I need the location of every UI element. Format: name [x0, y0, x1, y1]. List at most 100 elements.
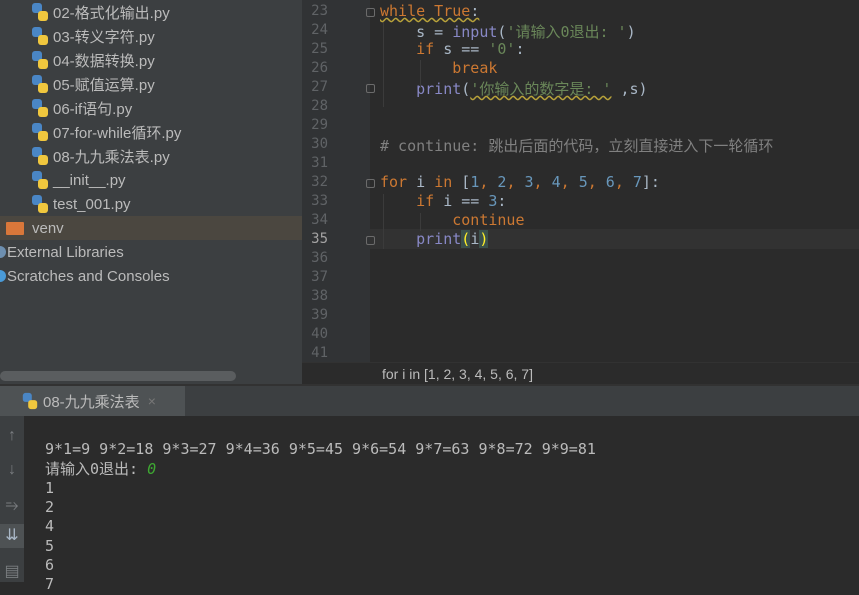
python-file-icon [32, 99, 48, 117]
code-line: while True: [380, 2, 479, 20]
code-token: print [416, 230, 462, 248]
code-token: [ [452, 173, 471, 191]
code-line: if i == 3: [380, 192, 506, 210]
fold-marker-icon[interactable] [366, 179, 375, 188]
console-line: 9*1=9 9*2=18 9*3=27 9*4=36 9*5=45 9*6=54… [45, 440, 596, 459]
code-token: input [452, 23, 498, 41]
code-token: s = [380, 23, 453, 41]
python-file-icon [32, 171, 48, 189]
indent-guide [383, 22, 384, 107]
tree-label: 03-转义字符.py [53, 28, 155, 46]
close-icon[interactable]: × [148, 393, 156, 409]
code-token: print [416, 80, 462, 98]
code-line: # continue: 跳出后面的代码，立刻直接进入下一轮循环 [380, 135, 773, 156]
tree-label: 07-for-while循环.py [53, 124, 182, 142]
soft-wrap-icon[interactable]: ⥱ [0, 494, 24, 518]
code-token: 4 [551, 173, 561, 191]
horizontal-scrollbar[interactable] [0, 371, 236, 381]
code-token: 7 [632, 173, 642, 191]
code-token: if [416, 40, 435, 58]
scratches-icon [0, 270, 6, 282]
run-tool-tabbar: 08-九九乘法表 × [0, 384, 859, 416]
code-token: , [533, 173, 552, 191]
arrow-down-icon[interactable]: ↓ [0, 458, 24, 482]
tree-file[interactable]: 05-赋值运算.py [0, 72, 302, 96]
console-output[interactable]: 9*1=9 9*2=18 9*3=27 9*4=36 9*5=45 9*6=54… [45, 421, 596, 595]
console-line: 2 [45, 498, 55, 517]
console-line: 4 [45, 517, 55, 536]
code-line: for i in [1, 2, 3, 4, 5, 6, 7]: [380, 173, 660, 191]
python-file-icon [32, 147, 48, 165]
line-number: 30 [311, 136, 328, 152]
fold-marker-icon[interactable] [366, 84, 375, 93]
python-file-icon [32, 123, 48, 141]
tree-folder-venv[interactable]: venv [0, 216, 302, 240]
library-icon [0, 246, 6, 258]
code-line: print(i) [380, 230, 489, 248]
folder-icon [6, 221, 24, 235]
tree-file[interactable]: 07-for-while循环.py [0, 120, 302, 144]
code-token: while True [380, 2, 471, 20]
tree-file[interactable]: 06-if语句.py [0, 96, 302, 120]
line-number: 36 [311, 250, 328, 266]
code-token: , [614, 173, 633, 191]
line-number: 26 [311, 60, 328, 76]
code-token: '你输入的数字是: ' [470, 80, 612, 98]
arrow-up-icon[interactable]: ↑ [0, 424, 24, 448]
code-token: i [407, 173, 435, 191]
line-number: 34 [311, 212, 328, 228]
code-token: , [587, 173, 606, 191]
breadcrumb[interactable]: for i in [1, 2, 3, 4, 5, 6, 7] [302, 362, 859, 384]
code-token: 3 [524, 173, 534, 191]
code-token: ]: [641, 173, 660, 191]
line-number: 23 [311, 3, 328, 19]
run-tab-label: 08-九九乘法表 [43, 393, 140, 411]
tree-file[interactable]: 03-转义字符.py [0, 24, 302, 48]
fold-marker-icon[interactable] [366, 8, 375, 17]
code-token: 5 [578, 173, 588, 191]
console-line: 5 [45, 536, 55, 555]
line-number: 27 [311, 79, 328, 95]
project-tree: 02-格式化输出.py 03-转义字符.py 04-数据转换.py 05-赋值运算.p… [0, 0, 302, 384]
line-number: 37 [311, 269, 328, 285]
tree-scratches[interactable]: Scratches and Consoles [0, 264, 302, 288]
code-token: ) [626, 23, 636, 41]
code-line: break [380, 59, 497, 77]
tree-external-libraries[interactable]: External Libraries [0, 240, 302, 264]
code-token: ,s) [611, 80, 648, 98]
code-line: s = input('请输入0退出: ') [380, 21, 636, 42]
tree-file[interactable]: 08-九九乘法表.py [0, 144, 302, 168]
code-token: ) [479, 230, 489, 248]
code-token: , [506, 173, 525, 191]
code-token: : [497, 192, 507, 210]
tree-file[interactable]: 02-格式化输出.py [0, 0, 302, 24]
tree-label: 08-九九乘法表.py [53, 148, 170, 166]
tree-file[interactable]: 04-数据转换.py [0, 48, 302, 72]
code-token: i == [434, 192, 489, 210]
scroll-to-end-icon[interactable]: ⇊ [0, 524, 24, 548]
prompt-text: 请输入0退出: [45, 459, 148, 478]
indent-guide [420, 213, 421, 231]
python-file-icon [32, 195, 48, 213]
python-file-icon [32, 75, 48, 93]
code-token: , [479, 173, 498, 191]
line-number: 35 [311, 231, 328, 247]
fold-marker-icon[interactable] [366, 236, 375, 245]
code-line: if s == '0': [380, 40, 524, 58]
line-number: 28 [311, 98, 328, 114]
run-tab[interactable]: 08-九九乘法表 × [0, 386, 185, 416]
tree-file[interactable]: test_001.py [0, 192, 302, 216]
user-input: 0 [147, 459, 157, 478]
line-number: 31 [311, 155, 328, 171]
console-line: 1 [45, 478, 55, 497]
line-number: 25 [311, 41, 328, 57]
print-icon[interactable]: ▤ [0, 560, 24, 584]
tree-file[interactable]: __init__.py [0, 168, 302, 192]
code-token: '请输入0退出: ' [506, 23, 627, 41]
line-number: 33 [311, 193, 328, 209]
